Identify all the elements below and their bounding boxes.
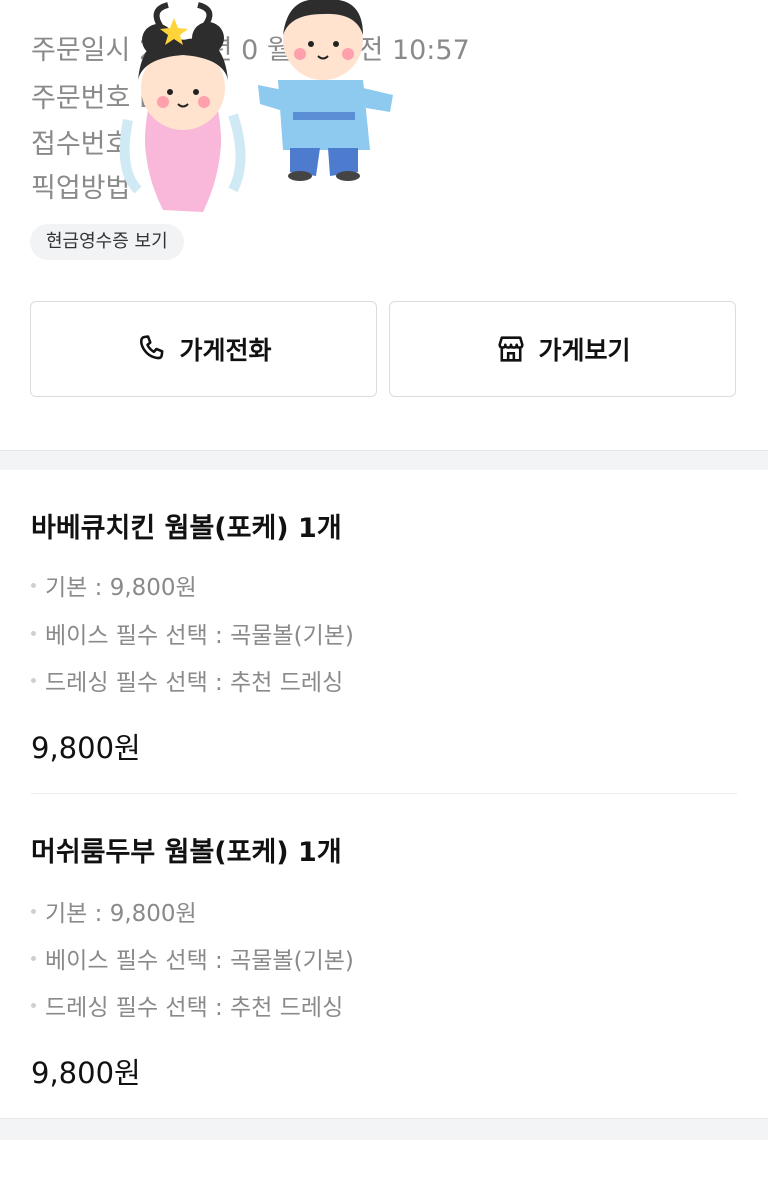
- cash-receipt-button[interactable]: 현금영수증 보기: [30, 224, 184, 260]
- bullet-dot: [31, 582, 36, 588]
- bullet-dot: [31, 1002, 36, 1008]
- phone-icon: [140, 335, 164, 360]
- order-items-section: 바베큐치킨 웜볼(포케) 1개 기본 : 9,800원 베이스 필수 선택 : …: [0, 470, 768, 1118]
- item-option-text: 기본 : 9,800원: [45, 575, 197, 601]
- item-option: 기본 : 9,800원: [31, 568, 197, 602]
- item-option-text: 드레싱 필수 선택 : 추천 드레싱: [45, 995, 344, 1021]
- item-option-text: 베이스 필수 선택 : 곡물볼(기본): [45, 948, 354, 974]
- bullet-dot: [31, 955, 36, 961]
- view-store-button[interactable]: 가게보기: [389, 301, 736, 397]
- order-info-section: 주문일시 2023년 0 월 일 오전 10:57 주문번호 B1 00 접수번…: [0, 0, 768, 450]
- item-option-text: 베이스 필수 선택 : 곡물볼(기본): [45, 623, 354, 649]
- section-divider: [0, 450, 768, 471]
- item-price: 9,800원: [31, 731, 141, 765]
- call-store-label: 가게전화: [179, 336, 272, 365]
- item-option: 드레싱 필수 선택 : 추천 드레싱: [31, 663, 343, 697]
- bottom-area: [0, 1140, 768, 1184]
- bullet-dot: [31, 908, 36, 914]
- store-icon: [498, 336, 525, 362]
- item-price: 9,800원: [31, 1056, 141, 1090]
- item-option-text: 기본 : 9,800원: [45, 901, 197, 927]
- item-option: 기본 : 9,800원: [31, 894, 197, 928]
- bullet-dot: [31, 630, 36, 636]
- couple-sticker-image: [119, 0, 393, 212]
- bullet-dot: [31, 677, 36, 683]
- item-option: 베이스 필수 선택 : 곡물볼(기본): [31, 616, 354, 650]
- call-store-button[interactable]: 가게전화: [30, 301, 377, 397]
- item-option: 드레싱 필수 선택 : 추천 드레싱: [31, 988, 343, 1022]
- item-option-text: 드레싱 필수 선택 : 추천 드레싱: [45, 670, 344, 696]
- view-store-label: 가게보기: [538, 336, 631, 365]
- item-title: 바베큐치킨 웜볼(포케) 1개: [31, 513, 342, 544]
- item-option: 베이스 필수 선택 : 곡물볼(기본): [31, 941, 354, 975]
- bottom-divider: [0, 1118, 768, 1141]
- item-separator: [31, 793, 737, 794]
- item-title: 머쉬룸두부 웜볼(포케) 1개: [31, 837, 342, 868]
